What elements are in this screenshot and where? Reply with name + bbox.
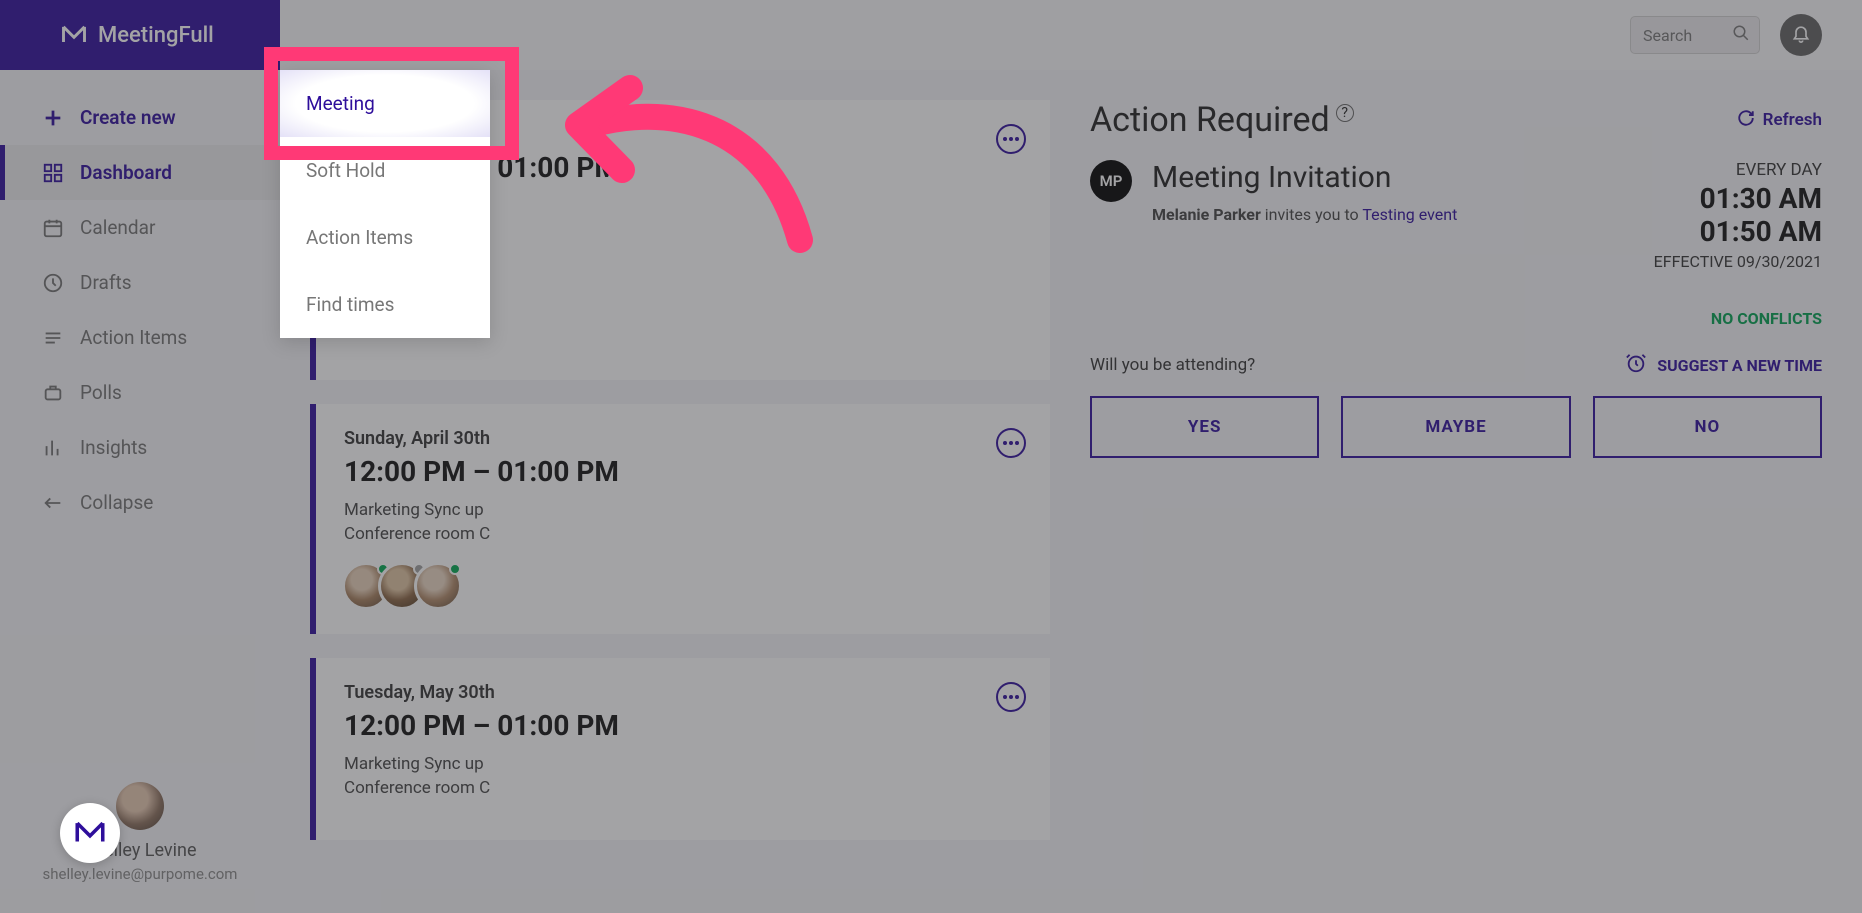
section-header: Action Required ? Refresh <box>1090 100 1822 140</box>
invite-event-link[interactable]: Testing event <box>1362 205 1457 224</box>
maybe-button[interactable]: MAYBE <box>1341 396 1570 458</box>
dropdown-item-action-items[interactable]: Action Items <box>280 204 490 271</box>
bell-icon <box>1791 23 1811 47</box>
list-icon <box>42 327 64 349</box>
user-name: Shelley Levine <box>0 840 280 861</box>
floating-brand-badge[interactable] <box>60 803 120 863</box>
event-date: Tuesday, May 30th <box>344 682 1022 703</box>
inviter-name: Melanie Parker <box>1152 205 1261 224</box>
refresh-icon <box>1737 109 1755 132</box>
no-button[interactable]: NO <box>1593 396 1822 458</box>
event-title: Marketing Sync up <box>344 754 1022 774</box>
event-date: Sunday, April 30th <box>344 428 1022 449</box>
invite-text: Melanie Parker invites you to Testing ev… <box>1152 205 1634 224</box>
invite-row: MP Meeting Invitation Melanie Parker inv… <box>1090 160 1822 271</box>
attendee-avatar <box>414 562 462 610</box>
event-more-button[interactable] <box>996 428 1026 458</box>
calendar-icon <box>42 217 64 239</box>
sidebar-item-action-items[interactable]: Action Items <box>0 310 280 365</box>
sidebar-item-drafts[interactable]: Drafts <box>0 255 280 310</box>
search-icon <box>1732 24 1750 46</box>
brand-name: MeetingFull <box>98 23 214 48</box>
attendee-avatars <box>354 562 1022 610</box>
invite-verb: invites you to <box>1265 205 1359 224</box>
event-room: Conference room C <box>344 778 1022 798</box>
create-new-label: Create new <box>80 106 176 129</box>
dropdown-item-meeting[interactable]: Meeting <box>280 70 490 137</box>
yes-button[interactable]: YES <box>1090 396 1319 458</box>
invite-title: Meeting Invitation <box>1152 160 1634 195</box>
main-content: Sunday, April 30th 12:00 PM – 01:00 PM M… <box>280 70 1862 913</box>
help-icon[interactable]: ? <box>1336 104 1354 122</box>
section-title: Action Required ? <box>1090 100 1354 140</box>
insights-icon <box>42 437 64 459</box>
attend-row: Will you be attending? SUGGEST A NEW TIM… <box>1090 352 1822 378</box>
start-time: 01:30 AM <box>1654 182 1822 215</box>
sidebar-item-insights[interactable]: Insights <box>0 420 280 475</box>
dropdown-item-soft-hold[interactable]: Soft Hold <box>280 137 490 204</box>
arrow-left-icon <box>42 492 64 514</box>
status-dot-accepted-icon <box>449 563 461 575</box>
suggest-time-button[interactable]: SUGGEST A NEW TIME <box>1625 352 1822 378</box>
sidebar-item-label: Calendar <box>80 216 155 239</box>
no-conflicts-label: NO CONFLICTS <box>1090 309 1822 328</box>
nav-list: Create new Dashboard Calendar Drafts Act… <box>0 70 280 530</box>
event-card[interactable]: Sunday, April 30th 12:00 PM – 01:00 PM M… <box>310 404 1050 634</box>
sidebar-item-polls[interactable]: Polls <box>0 365 280 420</box>
refresh-button[interactable]: Refresh <box>1737 109 1822 132</box>
brand-bar: MeetingFull <box>0 0 280 70</box>
sidebar-item-label: Action Items <box>80 326 187 349</box>
suggest-label: SUGGEST A NEW TIME <box>1657 356 1822 375</box>
event-more-button[interactable] <box>996 124 1026 154</box>
sidebar-item-label: Collapse <box>80 491 153 514</box>
event-more-button[interactable] <box>996 682 1026 712</box>
attend-question: Will you be attending? <box>1090 355 1255 375</box>
topbar <box>280 0 1862 70</box>
clock-icon <box>42 272 64 294</box>
user-avatar <box>116 782 164 830</box>
create-new-button[interactable]: Create new <box>0 90 280 145</box>
user-profile-block[interactable]: Shelley Levine shelley.levine@purpome.co… <box>0 782 280 883</box>
event-room: Conference room C <box>344 524 1022 544</box>
sidebar-item-label: Polls <box>80 381 122 404</box>
invite-meta: EVERY DAY 01:30 AM 01:50 AM EFFECTIVE 09… <box>1654 160 1822 271</box>
sidebar-item-label: Dashboard <box>80 161 172 184</box>
invite-body: Meeting Invitation Melanie Parker invite… <box>1152 160 1634 271</box>
refresh-label: Refresh <box>1763 110 1822 130</box>
effective-date: EFFECTIVE 09/30/2021 <box>1654 252 1822 271</box>
sidebar-item-calendar[interactable]: Calendar <box>0 200 280 255</box>
recurrence-label: EVERY DAY <box>1654 160 1822 180</box>
event-time: 12:00 PM – 01:00 PM <box>344 709 1022 742</box>
dropdown-item-find-times[interactable]: Find times <box>280 271 490 338</box>
sidebar: MeetingFull Create new Dashboard Calenda… <box>0 0 280 913</box>
event-time: 12:00 PM – 01:00 PM <box>344 455 1022 488</box>
brand-logo-icon <box>60 21 88 49</box>
response-buttons: YES MAYBE NO <box>1090 396 1822 458</box>
sidebar-item-dashboard[interactable]: Dashboard <box>0 145 280 200</box>
create-new-dropdown: Meeting Soft Hold Action Items Find time… <box>280 70 490 338</box>
sidebar-item-label: Drafts <box>80 271 132 294</box>
plus-icon <box>42 107 64 129</box>
sidebar-item-collapse[interactable]: Collapse <box>0 475 280 530</box>
inviter-avatar-badge: MP <box>1090 160 1132 202</box>
end-time: 01:50 AM <box>1654 215 1822 248</box>
notifications-button[interactable] <box>1780 14 1822 56</box>
event-title: Marketing Sync up <box>344 500 1022 520</box>
polls-icon <box>42 382 64 404</box>
action-card: MP Meeting Invitation Melanie Parker inv… <box>1090 160 1822 458</box>
event-card[interactable]: Tuesday, May 30th 12:00 PM – 01:00 PM Ma… <box>310 658 1050 840</box>
user-email: shelley.levine@purpome.com <box>0 865 280 883</box>
sidebar-item-label: Insights <box>80 436 147 459</box>
dashboard-icon <box>42 162 64 184</box>
alarm-icon <box>1625 352 1647 378</box>
search-wrap <box>1630 16 1760 54</box>
action-required-column: Action Required ? Refresh MP Meeting Inv… <box>1090 100 1822 913</box>
